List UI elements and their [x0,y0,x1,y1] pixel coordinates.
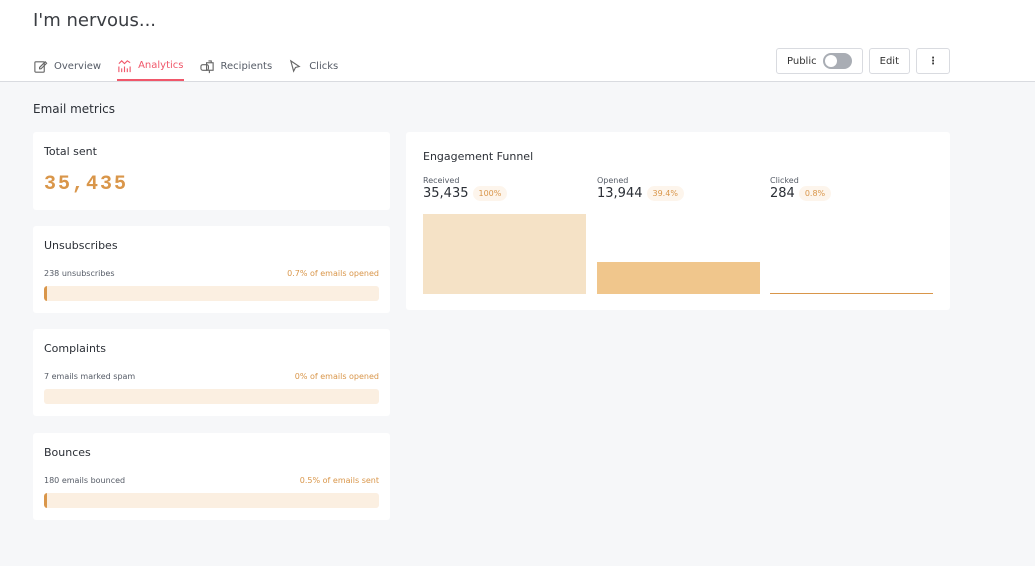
metric-progress-bar [44,286,379,301]
funnel-step-received: Received 35,435 100% [423,176,586,201]
metric-count: 7 emails marked spam [44,372,136,381]
funnel-step-percent-badge: 39.4% [646,186,684,201]
page-header: I'm nervous... Overview Analytics Recipi… [0,0,1035,82]
card-title: Total sent [44,145,97,158]
tab-label: Overview [54,61,102,72]
more-vertical-icon: ⋮ [928,55,938,67]
metric-percent: 0% of emails opened [294,372,379,381]
page-title: I'm nervous... [33,10,157,31]
funnel-step-value: 284 [770,186,795,201]
edit-icon [34,61,48,73]
metric-count: 180 emails bounced [44,476,126,485]
metric-percent: 0.5% of emails sent [299,476,379,485]
more-options-button[interactable]: ⋮ [916,48,950,74]
funnel-step-opened: Opened 13,944 39.4% [597,176,760,201]
card-title: Engagement Funnel [423,150,534,163]
metric-progress-bar [44,389,379,404]
funnel-step-clicked: Clicked 284 0.8% [770,176,933,201]
funnel-step-label: Opened [597,176,629,185]
tab-overview[interactable]: Overview [33,52,101,81]
tab-recipients[interactable]: Recipients [199,52,273,81]
public-label: Public [787,55,817,67]
funnel-bar-opened [597,262,760,294]
public-toggle-button[interactable]: Public [776,48,863,74]
cursor-icon [290,59,301,73]
section-title: Email metrics [33,102,116,116]
card-title: Bounces [44,446,91,459]
funnel-bar-clicked [770,292,933,294]
funnel-step-label: Received [423,176,460,185]
tab-clicks[interactable]: Clicks [288,52,338,81]
mailbox-icon [199,60,214,74]
funnel-step-label: Clicked [770,176,799,185]
funnel-step-percent-badge: 100% [472,186,508,201]
public-toggle[interactable] [822,53,852,69]
metric-progress-fill [44,286,48,301]
tab-bar: Overview Analytics Recipients Clicks [33,52,354,81]
funnel-bar-received [423,214,586,294]
metric-percent: 0.7% of emails opened [287,269,379,278]
funnel-step-value: 35,435 [423,186,469,201]
tab-label: Clicks [309,61,339,72]
funnel-step-value: 13,944 [597,186,643,201]
engagement-funnel-card: Engagement Funnel Received 35,435 100% Ope… [406,132,950,310]
card-title: Unsubscribes [44,239,118,252]
metric-count: 238 unsubscribes [44,269,115,278]
total-sent-card: Total sent 35,435 [33,132,390,210]
tab-analytics[interactable]: Analytics [117,52,184,81]
total-sent-value: 35,435 [44,173,129,196]
analytics-icon [118,60,131,73]
tab-label: Analytics [138,60,184,71]
edit-button[interactable]: Edit [868,48,910,74]
metric-card-unsubscribes: Unsubscribes 238 unsubscribes 0.7% of ema… [33,226,390,313]
metric-progress-bar [44,493,379,508]
tab-label: Recipients [220,61,273,72]
card-title: Complaints [44,342,106,355]
metric-progress-fill [44,493,48,508]
metric-card-complaints: Complaints 7 emails marked spam 0% of ema… [33,329,390,416]
metric-card-bounces: Bounces 180 emails bounced 0.5% of emails… [33,433,390,520]
funnel-step-percent-badge: 0.8% [798,186,832,201]
